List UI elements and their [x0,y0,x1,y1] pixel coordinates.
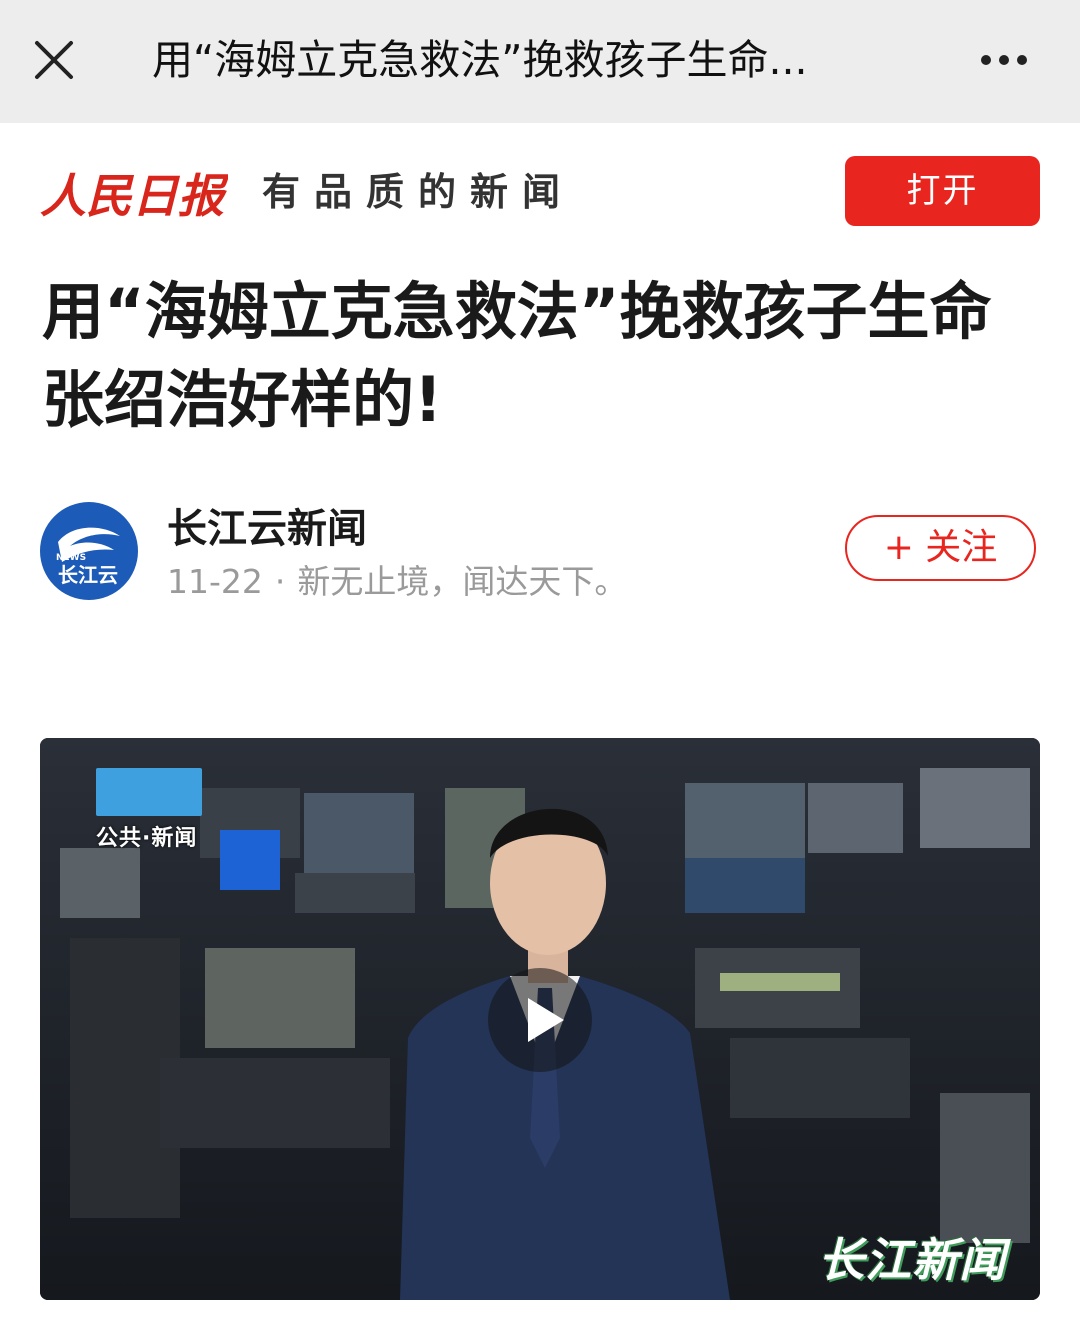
meta-separator: · [274,562,286,601]
top-navigation-bar: 用“海姆立克急救法”挽救孩子生命... [0,0,1080,123]
page-title: 用“海姆立克急救法”挽救孩子生命... [152,36,808,84]
more-icon[interactable] [972,36,1036,84]
play-icon [528,998,564,1042]
author-name[interactable]: 长江云新闻 [167,503,367,555]
news-watermark: 长江新闻 [818,1233,1006,1287]
brand-slogan: 有品质的新闻 [262,170,575,214]
author-tagline: 新无止境，闻达天下。 [297,562,628,601]
svg-text:长江云: 长江云 [58,563,118,587]
channel-logo-icon [96,768,202,816]
open-app-button[interactable]: 打开 [845,156,1040,226]
video-player[interactable]: 公共·新闻 长江新闻 [40,738,1040,1300]
publish-date: 11-22 [167,562,263,601]
article-title: 用“海姆立克急救法”挽救孩子生命 张绍浩好样的! [42,268,1042,444]
svg-text:人民日报: 人民日报 [40,169,228,223]
article-title-line-1: 用“海姆立克急救法”挽救孩子生命 [42,275,992,348]
channel-name: 公共·新闻 [96,826,198,851]
tv-channel-logo: 公共·新闻 [96,768,202,852]
author-meta: 11-22 · 新无止境，闻达天下。 [167,558,627,606]
article-title-line-2: 张绍浩好样的! [42,363,443,436]
follow-button[interactable]: + 关注 [845,515,1036,581]
peoples-daily-logo: 人民日报 [38,148,230,232]
close-icon[interactable] [24,30,84,90]
author-avatar[interactable]: NEWS 长江云 [40,502,138,600]
svg-text:NEWS: NEWS [56,553,86,563]
play-button[interactable] [488,968,592,1072]
